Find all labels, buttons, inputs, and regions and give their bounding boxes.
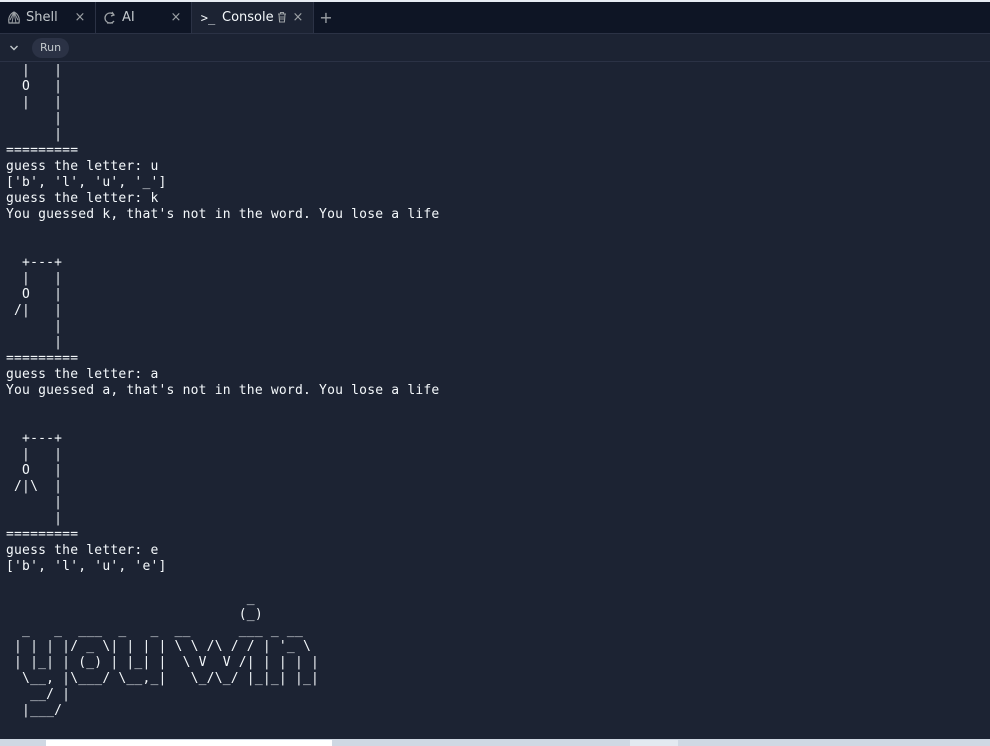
tab-console-label: Console bbox=[222, 10, 274, 25]
scrollbar-thumb-secondary bbox=[630, 740, 678, 746]
console-toolbar: Run bbox=[0, 34, 990, 62]
close-tab-ai-icon[interactable]: × bbox=[169, 10, 183, 25]
console-window: Shell × AI × >_ Console × + Run | | O | … bbox=[0, 0, 990, 746]
console-output[interactable]: | | O | | | | | ========= guess the lett… bbox=[6, 63, 986, 739]
tab-console[interactable]: >_ Console × bbox=[192, 2, 314, 33]
tab-shell-label: Shell bbox=[26, 10, 58, 25]
tab-shell[interactable]: Shell × bbox=[0, 2, 96, 33]
console-icon: >_ bbox=[200, 10, 216, 25]
add-tab-button[interactable]: + bbox=[314, 2, 338, 33]
tab-ai[interactable]: AI × bbox=[96, 2, 192, 33]
horizontal-scrollbar[interactable] bbox=[0, 739, 990, 746]
chevron-down-icon[interactable] bbox=[7, 41, 21, 55]
trash-icon[interactable] bbox=[275, 10, 289, 24]
close-tab-console-icon[interactable]: × bbox=[291, 10, 305, 25]
run-button[interactable]: Run bbox=[32, 37, 70, 58]
shell-icon bbox=[6, 10, 22, 26]
tab-ai-label: AI bbox=[122, 10, 135, 25]
tab-bar: Shell × AI × >_ Console × + bbox=[0, 2, 990, 34]
close-tab-shell-icon[interactable]: × bbox=[73, 10, 87, 25]
ai-icon bbox=[102, 10, 118, 26]
scrollbar-thumb[interactable] bbox=[46, 740, 332, 746]
console-text: | | O | | | | | ========= guess the lett… bbox=[6, 63, 440, 718]
